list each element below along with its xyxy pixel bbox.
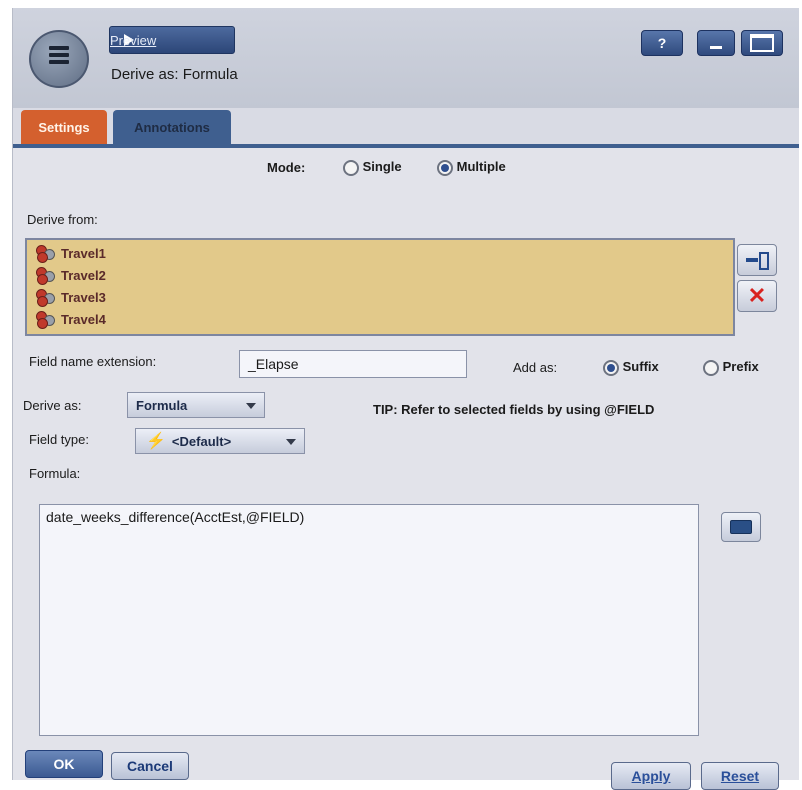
preview-button-label: Preview [110, 32, 157, 48]
list-item[interactable]: Travel1 [35, 242, 106, 264]
chevron-down-icon [246, 403, 256, 409]
suffix-label: Suffix [622, 359, 659, 374]
reset-button[interactable]: Reset [701, 762, 779, 790]
tip-text: TIP: Refer to selected fields by using @… [373, 402, 655, 417]
expression-builder-button[interactable] [721, 512, 761, 542]
mode-single-option[interactable]: Single [343, 159, 402, 176]
derive-node-dialog: Preview Derive as: Formula ? Settings An… [12, 8, 799, 790]
field-name: Travel2 [61, 267, 106, 283]
mode-single-label: Single [362, 159, 402, 174]
derive-as-dropdown[interactable]: Formula [127, 392, 265, 418]
add-as-label: Add as: [513, 360, 558, 375]
cancel-button[interactable]: Cancel [111, 752, 189, 780]
field-set-icon [35, 311, 55, 329]
help-icon: ? [657, 35, 667, 51]
field-type-value: <Default> [171, 433, 232, 449]
field-set-icon [35, 245, 55, 263]
derive-from-label: Derive from: [27, 212, 98, 227]
ok-button[interactable]: OK [25, 750, 103, 778]
field-name-extension-label: Field name extension: [29, 354, 157, 369]
field-name: Travel3 [61, 289, 106, 305]
field-name: Travel4 [61, 311, 106, 327]
dialog-header: Preview Derive as: Formula ? [13, 8, 799, 108]
mode-multiple-option[interactable]: Multiple [437, 159, 506, 176]
field-type-label: Field type: [29, 432, 89, 447]
prefix-radio[interactable] [703, 359, 719, 376]
insert-field-button[interactable] [737, 244, 777, 276]
delete-icon: ✕ [747, 283, 767, 308]
maximize-icon [750, 34, 774, 52]
default-type-icon: ⚡ [146, 433, 166, 450]
derive-from-list[interactable]: Travel1 Travel2 Travel3 Travel4 [25, 238, 735, 336]
derive-as-value: Formula [136, 397, 188, 413]
derive-node-icon [29, 30, 89, 88]
minimize-button[interactable] [697, 30, 735, 56]
field-name: Travel1 [61, 245, 106, 261]
dialog-title: Derive as: Formula [111, 66, 238, 83]
mode-multiple-radio[interactable] [437, 159, 453, 176]
tab-annotations[interactable]: Annotations [113, 110, 231, 144]
preview-button[interactable]: Preview [109, 26, 235, 54]
formula-label: Formula: [29, 466, 81, 481]
apply-button[interactable]: Apply [611, 762, 691, 790]
list-item[interactable]: Travel3 [35, 286, 106, 308]
chevron-down-icon [286, 439, 296, 445]
tab-settings[interactable]: Settings [21, 110, 107, 144]
minimize-icon [710, 45, 722, 49]
list-item[interactable]: Travel2 [35, 264, 106, 286]
field-set-icon [35, 289, 55, 307]
settings-panel: Mode: Single Multiple Derive from: Trave… [13, 148, 799, 790]
formula-editor[interactable]: date_weeks_difference(AcctEst,@FIELD) [39, 504, 699, 736]
insert-field-icon [746, 251, 769, 270]
mode-label: Mode: [267, 160, 306, 175]
delete-field-button[interactable]: ✕ [737, 280, 777, 312]
suffix-radio[interactable] [603, 359, 619, 376]
help-button[interactable]: ? [641, 30, 683, 56]
derive-as-label: Derive as: [23, 398, 82, 413]
calculator-icon [730, 520, 752, 534]
add-as-prefix-option[interactable]: Prefix [703, 359, 759, 376]
add-as-suffix-option[interactable]: Suffix [603, 359, 659, 376]
field-type-dropdown[interactable]: ⚡ <Default> [135, 428, 305, 454]
field-set-icon [35, 267, 55, 285]
mode-multiple-label: Multiple [456, 159, 506, 174]
field-name-extension-input[interactable]: _Elapse [239, 350, 467, 378]
maximize-button[interactable] [741, 30, 783, 56]
list-item[interactable]: Travel4 [35, 308, 106, 330]
prefix-label: Prefix [722, 359, 759, 374]
mode-single-radio[interactable] [343, 159, 359, 176]
